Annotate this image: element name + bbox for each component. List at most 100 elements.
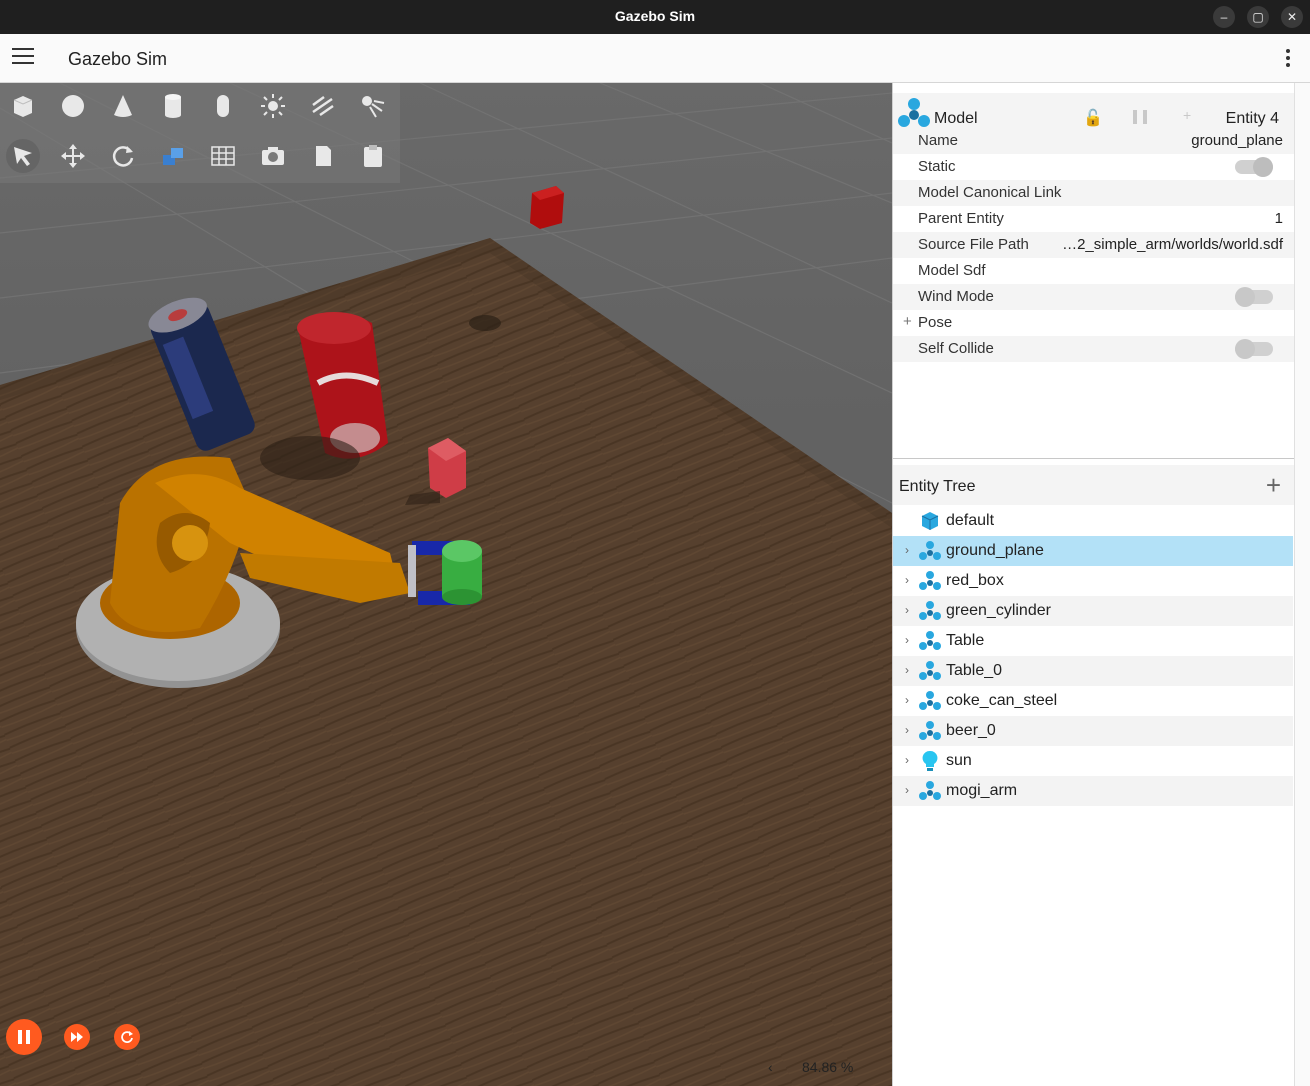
property-key: Pose: [918, 314, 953, 331]
property-value: ground_plane: [1191, 132, 1283, 149]
window-titlebar: Gazebo Sim – ▢ ✕: [0, 0, 1310, 34]
chevron-right-icon[interactable]: ›: [905, 573, 909, 587]
property-row-wind-mode: Wind Mode: [893, 284, 1295, 310]
cone-shape-icon[interactable]: [106, 89, 140, 123]
tree-item-table-0[interactable]: › Table_0: [893, 656, 1293, 686]
chevron-right-icon[interactable]: ›: [905, 543, 909, 557]
tree-item-ground-plane[interactable]: › ground_plane: [893, 536, 1293, 566]
chevron-right-icon[interactable]: ›: [905, 723, 909, 737]
sphere-shape-icon[interactable]: [56, 89, 90, 123]
add-component-icon[interactable]: +: [1183, 107, 1191, 123]
reset-button[interactable]: [114, 1024, 140, 1050]
chevron-right-icon[interactable]: ›: [905, 753, 909, 767]
pause-button[interactable]: [6, 1019, 42, 1055]
tree-item-label: mogi_arm: [946, 782, 1018, 799]
paste-icon[interactable]: [356, 139, 390, 173]
chevron-right-icon[interactable]: ›: [905, 633, 909, 647]
chevron-right-icon[interactable]: ›: [905, 603, 909, 617]
model-icon: [919, 691, 941, 710]
capsule-shape-icon[interactable]: [206, 89, 240, 123]
component-inspector-header: Model 🔓 + Entity 4: [893, 93, 1295, 133]
step-button[interactable]: [64, 1024, 90, 1050]
transform-control-icon[interactable]: [156, 139, 190, 173]
tree-item-label: red_box: [946, 572, 1004, 589]
directional-light-icon[interactable]: [306, 89, 340, 123]
model-icon: [919, 781, 941, 800]
tree-item-coke-can-steel[interactable]: › coke_can_steel: [893, 686, 1293, 716]
more-options-icon[interactable]: [1286, 49, 1290, 70]
lock-icon[interactable]: 🔓: [1083, 108, 1103, 128]
fast-forward-icon: [71, 1032, 83, 1042]
property-value: …2_simple_arm/worlds/world.sdf: [1062, 236, 1283, 253]
point-light-icon[interactable]: [256, 89, 290, 123]
property-key: Source File Path: [918, 236, 1029, 253]
window-title: Gazebo Sim: [614, 8, 696, 24]
pause-updates-icon[interactable]: [1131, 109, 1151, 130]
property-key: Parent Entity: [918, 210, 1004, 227]
property-row-pose[interactable]: + Pose: [893, 310, 1295, 336]
app-bar: Gazebo Sim: [0, 34, 1310, 83]
maximize-button[interactable]: ▢: [1247, 6, 1269, 28]
property-row-self-collide: Self Collide: [893, 336, 1295, 362]
tree-item-default[interactable]: default: [893, 506, 1293, 536]
inspector-type-label: Model: [934, 110, 978, 127]
scene-3d-viewport[interactable]: ‹ 84.86 %: [0, 83, 892, 1086]
self-collide-toggle[interactable]: [1235, 339, 1273, 359]
scene-toolbar: [0, 83, 400, 183]
tree-item-beer-0[interactable]: › beer_0: [893, 716, 1293, 746]
tree-item-table[interactable]: › Table: [893, 626, 1293, 656]
model-icon: [919, 631, 941, 650]
select-mode-icon[interactable]: [6, 139, 40, 173]
hamburger-menu-icon[interactable]: [12, 48, 34, 68]
world-icon: [921, 512, 939, 530]
light-bulb-icon: [922, 750, 938, 771]
property-row-static: Static: [893, 154, 1295, 180]
property-key: Model Sdf: [918, 262, 986, 279]
screenshot-camera-icon[interactable]: [256, 139, 290, 173]
tree-item-label: sun: [946, 752, 972, 769]
add-entity-icon[interactable]: +: [1266, 470, 1281, 501]
tree-item-red-box[interactable]: › red_box: [893, 566, 1293, 596]
model-icon: [919, 661, 941, 680]
model-icon: [919, 721, 941, 740]
tree-item-label: default: [946, 512, 995, 529]
model-icon: [898, 98, 930, 127]
box-shape-icon[interactable]: [6, 89, 40, 123]
real-time-factor: 84.86 %: [802, 1059, 854, 1075]
tree-item-label: coke_can_steel: [946, 692, 1058, 709]
property-row-canonical-link: Model Canonical Link: [893, 180, 1295, 206]
entity-id-label: Entity 4: [1225, 110, 1279, 127]
property-key: Model Canonical Link: [918, 184, 1062, 201]
chevron-right-icon[interactable]: ›: [905, 783, 909, 797]
rotate-mode-icon[interactable]: [106, 139, 140, 173]
reset-icon: [121, 1031, 133, 1043]
spot-light-icon[interactable]: [356, 89, 390, 123]
property-key: Wind Mode: [918, 288, 994, 305]
property-key: Name: [918, 132, 959, 149]
minimize-button[interactable]: –: [1213, 6, 1235, 28]
tree-item-label: beer_0: [946, 722, 996, 739]
chevron-right-icon[interactable]: ›: [905, 693, 909, 707]
grid-config-icon[interactable]: [206, 139, 240, 173]
translate-mode-icon[interactable]: [56, 139, 90, 173]
panel-divider[interactable]: [893, 458, 1310, 459]
collapse-stats-icon[interactable]: ‹: [768, 1059, 773, 1075]
property-row-name: Name ground_plane: [893, 128, 1295, 154]
expand-icon[interactable]: +: [903, 313, 912, 330]
tree-item-sun[interactable]: › sun: [893, 746, 1293, 776]
property-value: 1: [1274, 210, 1283, 227]
app-title: Gazebo Sim: [68, 49, 168, 69]
property-row-source-file: Source File Path …2_simple_arm/worlds/wo…: [893, 232, 1295, 258]
property-key: Static: [918, 158, 956, 175]
static-toggle[interactable]: [1235, 157, 1273, 177]
cylinder-shape-icon[interactable]: [156, 89, 190, 123]
chevron-right-icon[interactable]: ›: [905, 663, 909, 677]
tree-item-mogi-arm[interactable]: › mogi_arm: [893, 776, 1293, 806]
panel-scrollbar[interactable]: [1294, 83, 1310, 1086]
tree-item-label: green_cylinder: [946, 602, 1051, 619]
copy-icon[interactable]: [306, 139, 340, 173]
tree-item-green-cylinder[interactable]: › green_cylinder: [893, 596, 1293, 626]
property-key: Self Collide: [918, 340, 994, 357]
wind-mode-toggle[interactable]: [1235, 287, 1273, 307]
close-button[interactable]: ✕: [1281, 6, 1303, 28]
